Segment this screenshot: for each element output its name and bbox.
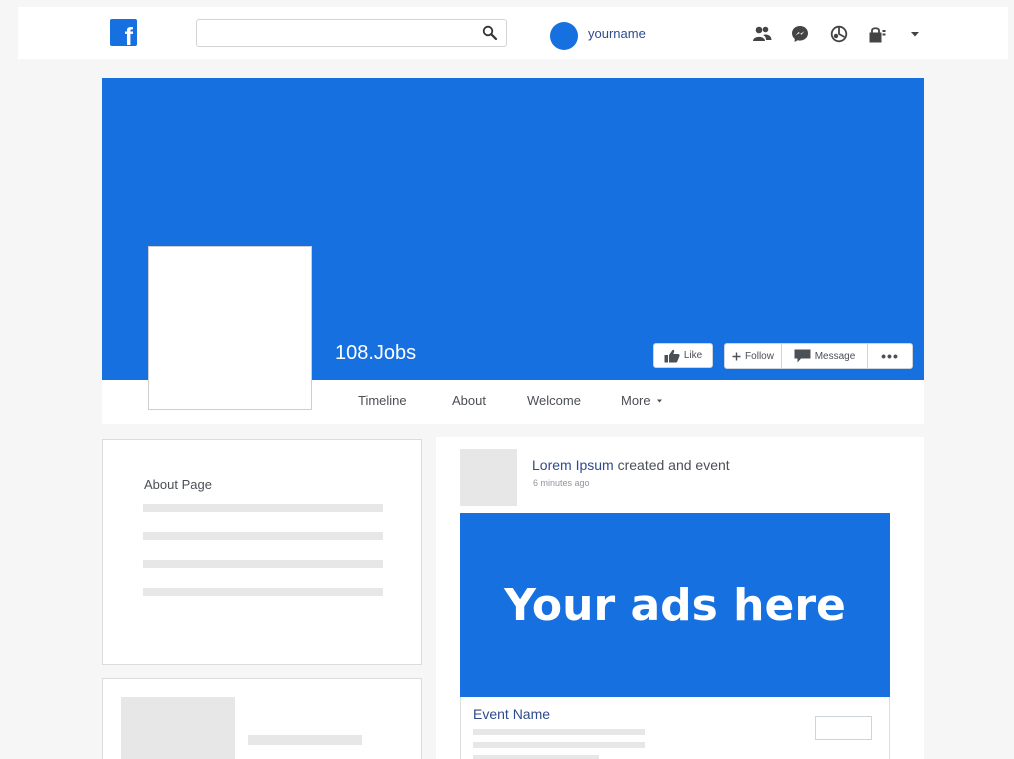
- caret-down-icon: [656, 399, 662, 402]
- placeholder-image: [121, 697, 235, 759]
- page-name[interactable]: 108.Jobs: [335, 342, 416, 365]
- post-action-text: created and event: [617, 457, 730, 473]
- placeholder-line: [248, 735, 362, 745]
- tab-more-label: More: [621, 393, 651, 408]
- like-button-label: Like: [683, 350, 703, 361]
- dropdown-arrow-icon[interactable]: [905, 24, 925, 44]
- search-icon[interactable]: [482, 25, 498, 41]
- about-card: About Page: [102, 439, 422, 665]
- like-button[interactable]: Like: [653, 343, 713, 368]
- post-author-thumbnail[interactable]: [460, 449, 517, 506]
- page-action-buttons: Follow Message •••: [724, 343, 913, 369]
- event-action-button[interactable]: [815, 716, 872, 740]
- more-options-button[interactable]: •••: [868, 344, 912, 368]
- post-author-link[interactable]: Lorem Ipsum: [532, 457, 614, 473]
- plus-icon: [732, 352, 741, 360]
- secondary-card: [102, 678, 422, 759]
- event-name[interactable]: Event Name: [473, 706, 550, 722]
- facebook-logo[interactable]: f: [110, 19, 137, 46]
- tab-welcome[interactable]: Welcome: [527, 393, 581, 408]
- messenger-icon[interactable]: [790, 24, 810, 44]
- placeholder-line: [143, 560, 383, 568]
- post-card: Lorem Ipsum created and event 6 minutes …: [436, 437, 924, 759]
- event-details: Event Name: [460, 697, 890, 759]
- avatar[interactable]: [550, 22, 578, 50]
- friends-icon[interactable]: [752, 24, 772, 44]
- follow-button[interactable]: Follow: [725, 344, 782, 368]
- search-box[interactable]: [196, 19, 507, 47]
- more-options-dots: •••: [881, 348, 899, 364]
- about-title: About Page: [144, 477, 212, 492]
- ad-banner-text: Your ads here: [504, 579, 846, 631]
- ad-banner[interactable]: Your ads here: [460, 513, 890, 697]
- facebook-logo-letter: f: [124, 23, 133, 47]
- profile-picture[interactable]: [148, 246, 312, 410]
- placeholder-line: [143, 588, 383, 596]
- thumbs-up-icon: [664, 349, 680, 362]
- tab-about[interactable]: About: [452, 393, 486, 408]
- message-button[interactable]: Message: [782, 344, 868, 368]
- post-header: Lorem Ipsum created and event: [532, 457, 730, 473]
- tab-more[interactable]: More: [621, 393, 663, 408]
- top-navigation-bar: f yourname: [18, 7, 1008, 59]
- message-button-label: Message: [814, 350, 856, 362]
- placeholder-line: [143, 504, 383, 512]
- post-timestamp[interactable]: 6 minutes ago: [533, 478, 590, 488]
- notifications-icon[interactable]: [829, 24, 849, 44]
- lock-icon[interactable]: [867, 24, 887, 44]
- placeholder-line: [473, 729, 645, 735]
- message-bubble-icon: [794, 349, 811, 363]
- tab-timeline[interactable]: Timeline: [358, 393, 407, 408]
- placeholder-line: [143, 532, 383, 540]
- search-input[interactable]: [203, 23, 473, 43]
- follow-button-label: Follow: [745, 350, 774, 362]
- placeholder-line: [473, 742, 645, 748]
- placeholder-line: [473, 755, 599, 759]
- username-link[interactable]: yourname: [588, 26, 646, 41]
